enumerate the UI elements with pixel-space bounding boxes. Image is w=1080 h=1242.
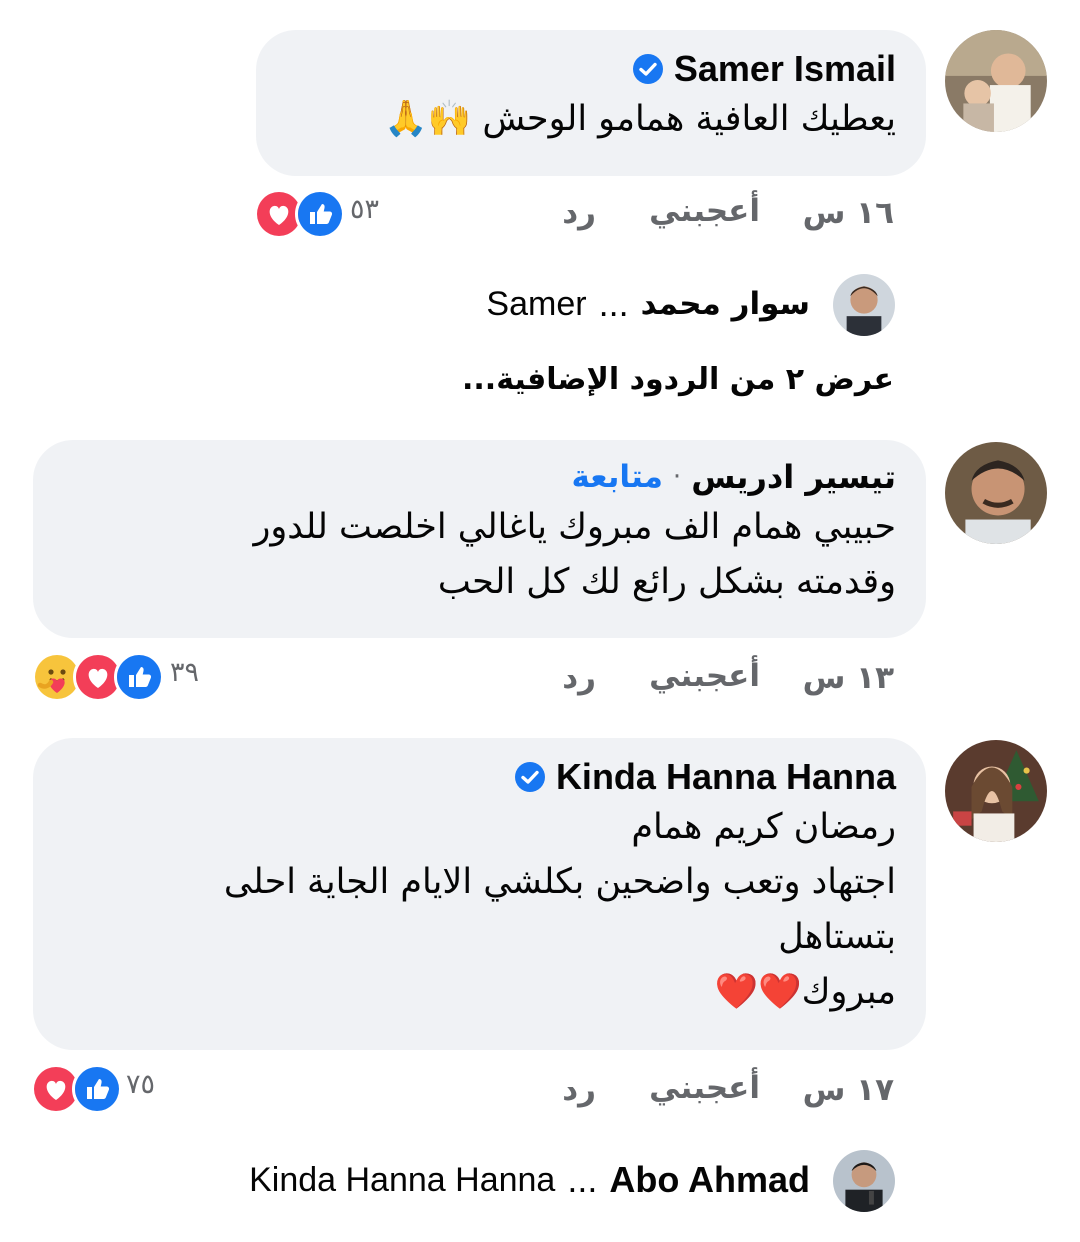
comment-author[interactable]: Kinda Hanna Hanna (556, 756, 896, 798)
comment-author[interactable]: Samer Ismail (674, 48, 896, 90)
avatar-taysir-idris[interactable] (945, 442, 1047, 544)
reply-mention: Samer (486, 284, 587, 323)
reaction-count[interactable]: ٣٩ (170, 657, 199, 688)
comment-time[interactable]: ١٦ س (803, 195, 894, 231)
reply-row[interactable]: سوار محمد ... Samer (486, 283, 810, 325)
avatar-kinda-hanna[interactable] (945, 740, 1047, 842)
view-more-replies[interactable]: عرض ٢ من الردود الإضافية... (462, 362, 894, 397)
comment-author[interactable]: تيسير ادريس (691, 458, 896, 496)
reply-ellipsis: ... (567, 1159, 598, 1200)
verified-badge-icon (514, 761, 546, 793)
comment-header: تيسير ادريس · متابعة (63, 458, 896, 496)
reply-mention: Kinda Hanna Hanna (249, 1160, 556, 1199)
reply-author[interactable]: سوار محمد (641, 286, 810, 322)
like-button[interactable]: أعجبني (649, 1070, 760, 1106)
reply-button[interactable]: رد (562, 1072, 596, 1108)
comment-text-line: يعطيك العافية همامو الوحش 🙌🙏 (384, 99, 896, 139)
reaction-count[interactable]: ٧٥ (126, 1069, 155, 1100)
verified-badge-icon (632, 53, 664, 85)
reply-button[interactable]: رد (562, 660, 596, 696)
comment-text-line: اجتهاد وتعب واضحين بكلشي الايام الجاية ا… (223, 862, 896, 902)
comment-time[interactable]: ١٣ س (803, 660, 894, 696)
reply-ellipsis: ... (598, 283, 629, 324)
reaction-count[interactable]: ٥٣ (350, 194, 379, 225)
avatar-reply-author[interactable] (833, 1150, 895, 1212)
comment-bubble: تيسير ادريس · متابعة حبيبي همام الف مبرو… (33, 440, 926, 638)
comment-text-line: بتستاهل (778, 917, 896, 957)
reply-button[interactable]: رد (562, 195, 596, 231)
like-icon[interactable] (114, 652, 164, 702)
like-icon[interactable] (295, 189, 345, 239)
comment-header: Samer Ismail (286, 48, 896, 90)
comment-bubble: Kinda Hanna Hanna رمضان كريم همام اجتهاد… (33, 738, 926, 1050)
reply-row[interactable]: Abo Ahmad ... Kinda Hanna Hanna (249, 1159, 810, 1201)
comment-bubble: Samer Ismail يعطيك العافية همامو الوحش 🙌… (256, 30, 926, 176)
like-button[interactable]: أعجبني (649, 658, 760, 694)
comment-time[interactable]: ١٧ س (803, 1072, 894, 1108)
separator-dot: · (672, 462, 682, 492)
comment-text-line: مبروك❤️❤️ (714, 972, 896, 1012)
avatar-samer-ismail[interactable] (945, 30, 1047, 132)
comment-text-line: حبيبي همام الف مبروك ياغالي اخلصت للدور (253, 507, 896, 547)
avatar-reply-author[interactable] (833, 274, 895, 336)
reply-author[interactable]: Abo Ahmad (609, 1159, 810, 1201)
comment-text-line: رمضان كريم همام (631, 807, 896, 847)
follow-button[interactable]: متابعة (571, 459, 662, 495)
comment-text-line: وقدمته بشكل رائع لك كل الحب (437, 562, 896, 602)
comment-header: Kinda Hanna Hanna (63, 756, 896, 798)
like-icon[interactable] (72, 1064, 122, 1114)
like-button[interactable]: أعجبني (649, 193, 760, 229)
